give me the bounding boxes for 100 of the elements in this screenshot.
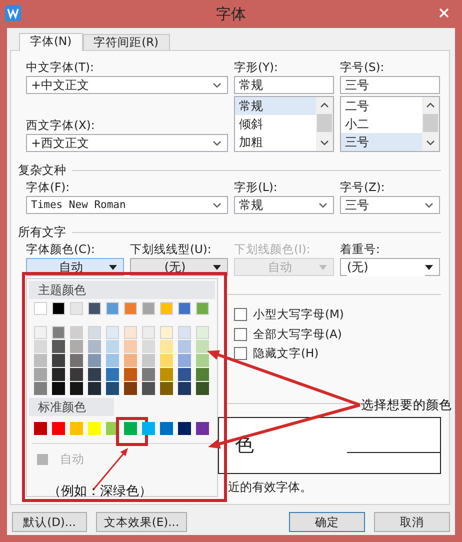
dialog-button[interactable]: 取消	[374, 512, 450, 532]
color-swatch[interactable]	[142, 368, 155, 381]
color-swatch[interactable]	[52, 368, 65, 381]
chevron-down-icon	[319, 202, 327, 208]
color-swatch[interactable]	[196, 302, 209, 315]
color-swatch[interactable]	[160, 354, 173, 367]
color-swatch[interactable]	[142, 326, 155, 339]
color-swatch[interactable]	[34, 354, 47, 367]
dialog-button[interactable]: 默认(D)...	[12, 512, 87, 532]
list-item[interactable]: 小二	[341, 115, 422, 133]
color-swatch[interactable]	[106, 326, 119, 339]
color-swatch[interactable]	[52, 422, 65, 435]
checkbox[interactable]	[234, 347, 247, 360]
color-swatch[interactable]	[52, 354, 65, 367]
color-swatch[interactable]	[34, 368, 47, 381]
color-swatch[interactable]	[106, 368, 119, 381]
input-field[interactable]: 三号	[340, 76, 440, 94]
color-swatch[interactable]	[178, 422, 191, 435]
color-swatch[interactable]	[34, 326, 47, 339]
color-swatch[interactable]	[34, 302, 47, 315]
tab[interactable]: 字体(N)	[19, 33, 83, 51]
color-swatch[interactable]	[52, 382, 65, 395]
color-swatch[interactable]	[196, 422, 209, 435]
caret-icon	[425, 264, 433, 270]
checkbox[interactable]	[234, 308, 247, 322]
color-swatch[interactable]	[178, 326, 191, 339]
list-item[interactable]: 三号	[341, 133, 422, 151]
color-swatch[interactable]	[142, 422, 155, 435]
color-swatch[interactable]	[70, 326, 83, 339]
color-swatch[interactable]	[160, 302, 173, 315]
dropdown[interactable]: +中文正文	[26, 76, 228, 94]
dialog-button[interactable]: 确定	[289, 512, 365, 532]
dropdown[interactable]: (无)	[340, 258, 440, 276]
list-item[interactable]: 加粗	[235, 133, 316, 151]
color-swatch[interactable]	[70, 422, 83, 435]
color-swatch[interactable]	[88, 422, 101, 435]
color-swatch[interactable]	[88, 326, 101, 339]
list-item[interactable]: 二号	[341, 97, 422, 115]
color-swatch[interactable]	[106, 340, 119, 353]
list-item[interactable]: 常规	[235, 97, 316, 115]
color-swatch[interactable]	[196, 354, 209, 367]
color-swatch[interactable]	[142, 340, 155, 353]
color-swatch[interactable]	[178, 368, 191, 381]
color-swatch[interactable]	[196, 368, 209, 381]
dialog-button[interactable]: 文本效果(E)...	[96, 512, 187, 532]
color-swatch[interactable]	[70, 382, 83, 395]
color-swatch[interactable]	[160, 422, 173, 435]
color-swatch[interactable]	[160, 326, 173, 339]
color-swatch[interactable]	[178, 382, 191, 395]
color-swatch[interactable]	[106, 302, 119, 315]
color-swatch[interactable]	[124, 368, 137, 381]
color-swatch[interactable]	[70, 302, 83, 315]
color-swatch[interactable]	[106, 382, 119, 395]
chevron-down-icon	[213, 82, 221, 88]
color-swatch[interactable]	[124, 354, 137, 367]
color-swatch[interactable]	[88, 302, 101, 315]
field-label: 字体(F):	[26, 179, 70, 196]
annotation-text: （例如：深绿色）	[48, 483, 152, 500]
dropdown[interactable]: 常规	[234, 196, 334, 214]
color-swatch[interactable]	[70, 340, 83, 353]
color-swatch[interactable]	[88, 368, 101, 381]
color-swatch[interactable]	[178, 302, 191, 315]
checkbox[interactable]	[234, 328, 247, 341]
color-swatch[interactable]	[124, 340, 137, 353]
color-swatch[interactable]	[196, 382, 209, 395]
scrollbar[interactable]	[422, 97, 439, 151]
dropdown[interactable]: 三号	[340, 196, 440, 214]
color-swatch[interactable]	[70, 354, 83, 367]
color-swatch[interactable]	[142, 302, 155, 315]
color-swatch[interactable]	[196, 340, 209, 353]
color-swatch[interactable]	[160, 368, 173, 381]
dropdown[interactable]: +西文正文	[26, 134, 228, 152]
close-icon[interactable]	[439, 8, 449, 18]
color-swatch[interactable]	[88, 354, 101, 367]
color-swatch[interactable]	[34, 340, 47, 353]
list-item[interactable]: 倾斜	[235, 115, 316, 133]
tab[interactable]: 字符间距(R)	[82, 34, 170, 50]
color-swatch[interactable]	[124, 422, 137, 435]
color-swatch[interactable]	[106, 354, 119, 367]
color-swatch[interactable]	[142, 382, 155, 395]
color-swatch[interactable]	[34, 382, 47, 395]
color-swatch[interactable]	[70, 368, 83, 381]
color-swatch[interactable]	[124, 302, 137, 315]
color-swatch[interactable]	[196, 326, 209, 339]
color-swatch[interactable]	[34, 422, 47, 435]
color-swatch[interactable]	[124, 382, 137, 395]
dropdown[interactable]: Times New Roman	[26, 196, 228, 214]
color-swatch[interactable]	[124, 326, 137, 339]
scrollbar[interactable]	[316, 97, 333, 151]
color-swatch[interactable]	[178, 354, 191, 367]
color-swatch[interactable]	[52, 302, 65, 315]
color-swatch[interactable]	[52, 340, 65, 353]
color-swatch[interactable]	[160, 340, 173, 353]
input-field[interactable]: 常规	[234, 76, 334, 94]
color-swatch[interactable]	[88, 382, 101, 395]
color-swatch[interactable]	[160, 382, 173, 395]
color-swatch[interactable]	[142, 354, 155, 367]
color-swatch[interactable]	[178, 340, 191, 353]
color-swatch[interactable]	[52, 326, 65, 339]
color-swatch[interactable]	[88, 340, 101, 353]
